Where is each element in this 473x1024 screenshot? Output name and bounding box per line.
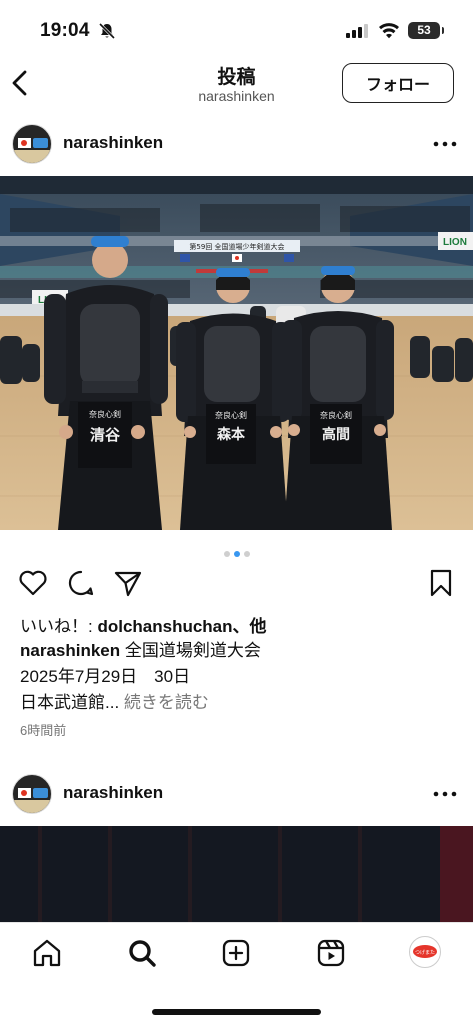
name-tag-center-dojo: 奈良心剣 (215, 410, 247, 420)
sponsor-board-right: LION (443, 237, 467, 248)
send-icon[interactable] (113, 568, 143, 598)
post-header: narashinken (0, 120, 473, 170)
wifi-icon (379, 23, 399, 39)
next-post-header: narashinken (0, 770, 473, 820)
home-icon[interactable] (31, 937, 63, 969)
caption-username[interactable]: narashinken (20, 641, 120, 660)
more-horizontal-icon[interactable] (432, 784, 458, 804)
post-time: 6時間前 (20, 723, 67, 738)
carousel-dot (233, 551, 240, 557)
search-icon[interactable] (126, 937, 158, 969)
status-time: 19:04 (40, 20, 90, 41)
name-tag-left-name: 清谷 (90, 426, 121, 444)
name-tag-right-dojo: 奈良心剣 (320, 410, 352, 420)
name-tag-center-name: 森本 (217, 426, 246, 443)
post-photo-illustration: 第59回 全国道場少年剣道大会 LION LION (0, 176, 473, 530)
avatar-patch (33, 788, 48, 798)
comment-icon[interactable] (66, 568, 96, 598)
post-caption: narashinken 全国道場剣道大会 2025年7月29日 30日 日本武道… (20, 638, 261, 716)
status-bar: 19:04 53 (0, 0, 473, 60)
bookmark-icon[interactable] (426, 568, 456, 598)
battery-level: 53 (417, 23, 431, 37)
heart-icon[interactable] (18, 568, 48, 598)
avatar-bottom (13, 800, 51, 813)
carousel-dot (243, 551, 250, 557)
top-nav: 投稿 narashinken フォロー (0, 58, 473, 110)
post-photo[interactable]: 第59回 全国道場少年剣道大会 LION LION (0, 176, 473, 530)
likes-suffix[interactable]: 、他 (233, 617, 267, 636)
avatar[interactable] (12, 124, 52, 164)
likes-user[interactable]: dolchanshuchan (97, 617, 232, 636)
name-tag-right-name: 高間 (322, 426, 350, 443)
post-username[interactable]: narashinken (63, 133, 163, 153)
follow-button[interactable]: フォロー (342, 63, 454, 103)
home-indicator (152, 1009, 321, 1015)
caption-line-3: 日本武道館... (20, 693, 120, 712)
likes-line: いいね！: dolchanshuchan、他 (20, 612, 267, 637)
reels-icon[interactable] (315, 937, 347, 969)
flag-graphic (18, 138, 31, 148)
next-post-photo-illustration (0, 826, 473, 922)
avatar[interactable] (12, 774, 52, 814)
battery-indicator: 53 (408, 22, 444, 39)
profile-avatar-text: つげまた (415, 949, 435, 956)
avatar-bottom (13, 150, 51, 163)
more-horizontal-icon[interactable] (432, 134, 458, 154)
post-actions (0, 566, 473, 600)
carousel-indicator (0, 544, 473, 557)
caption-line-1: 全国道場剣道大会 (120, 641, 261, 660)
next-post-username[interactable]: narashinken (63, 783, 163, 803)
signal-icon (346, 24, 368, 38)
next-post-photo[interactable] (0, 826, 473, 922)
plus-square-icon[interactable] (220, 937, 252, 969)
read-more-link[interactable]: 続きを読む (119, 693, 209, 712)
hall-banner: 第59回 全国道場少年剣道大会 (189, 242, 284, 251)
profile-avatar-badge: つげまた (413, 945, 437, 958)
profile-avatar-logo: つげまた (415, 949, 435, 956)
likes-prefix: いいね！: (20, 617, 98, 636)
profile-avatar[interactable]: つげまた (409, 936, 441, 968)
carousel-dot (223, 551, 230, 557)
flag-graphic (18, 788, 31, 798)
bell-slash-icon (98, 22, 116, 40)
caption-line-2: 2025年7月29日 30日 (20, 667, 191, 686)
name-tag-left-dojo: 奈良心剣 (89, 409, 121, 419)
avatar-patch (33, 138, 48, 148)
